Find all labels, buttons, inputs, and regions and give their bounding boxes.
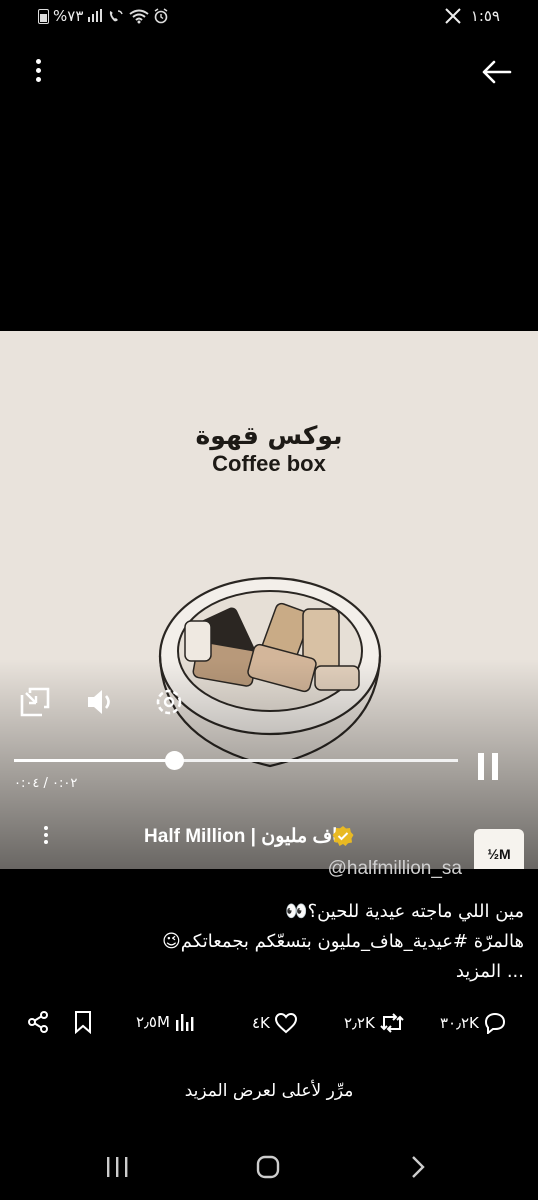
battery-icon [38, 8, 49, 24]
settings-icon[interactable] [152, 685, 186, 719]
volume-icon[interactable] [84, 685, 118, 719]
swipe-up-hint: مرِّر لأعلى لعرض المزيد [184, 1081, 354, 1101]
replies-count: ٣٠٫٢K [440, 1014, 479, 1032]
status-bar: %٧٣ ١:٥٩ [0, 0, 538, 34]
share-icon [28, 1011, 48, 1033]
alarm-icon [154, 8, 168, 24]
video-player[interactable]: بوكس قهوة Coffee box ٠:٠٢ / ٠:٠٤ Half Mi… [0, 331, 538, 869]
home-icon[interactable] [256, 1155, 280, 1179]
heart-icon [274, 1012, 297, 1034]
back-arrow-icon[interactable] [480, 56, 514, 88]
likes-count: ٤K [252, 1014, 270, 1032]
verified-badge-icon [332, 826, 354, 846]
views-button[interactable]: ٢٫٥M [136, 1012, 196, 1032]
back-nav-icon[interactable] [408, 1155, 428, 1179]
author-avatar[interactable]: ½M [474, 829, 524, 869]
author-options-icon[interactable] [36, 824, 56, 850]
clock: ١:٥٩ [470, 7, 500, 25]
repost-icon [380, 1013, 404, 1033]
tweet-text: مين اللي ماجته عيدية للحين؟👀 هالمرّة #عي… [14, 897, 524, 987]
system-navigation-bar [0, 1145, 538, 1190]
wifi-call-icon [110, 10, 124, 22]
tweet-actions: ٢٫٥M ٤K ٢٫٢K ٣٠٫٢K [0, 1008, 538, 1038]
bookmark-icon [75, 1011, 91, 1034]
views-count: ٢٫٥M [136, 1013, 170, 1031]
reply-icon [484, 1012, 505, 1034]
author-name[interactable]: Half Million | هاف مليون [144, 825, 348, 848]
progress-scrubber[interactable] [164, 751, 184, 770]
video-time: ٠:٠٢ / ٠:٠٤ [14, 776, 78, 791]
pause-icon[interactable] [478, 753, 506, 785]
status-right: ١:٥٩ [445, 7, 500, 25]
video-title-english: Coffee box [212, 451, 326, 476]
author-handle[interactable]: @halfmillion_sa [328, 858, 462, 880]
wifi-icon [129, 9, 150, 23]
reposts-count: ٢٫٢K [344, 1014, 375, 1032]
x-logo-icon [445, 8, 461, 24]
bookmark-button[interactable] [72, 1010, 94, 1034]
reply-button[interactable]: ٣٠٫٢K [440, 1012, 507, 1034]
progress-fill [14, 759, 174, 762]
repost-button[interactable]: ٢٫٢K [344, 1012, 405, 1034]
minimize-video-icon[interactable] [18, 685, 52, 719]
views-icon [175, 1014, 194, 1031]
share-button[interactable] [26, 1010, 50, 1034]
like-button[interactable]: ٤K [252, 1012, 298, 1034]
signal-icon [88, 9, 103, 22]
status-left: %٧٣ [38, 7, 169, 25]
more-options-icon[interactable] [28, 56, 48, 88]
tweet-line-1: مين اللي ماجته عيدية للحين؟👀 [285, 901, 524, 922]
video-title-arabic: بوكس قهوة [195, 421, 343, 450]
recent-apps-icon[interactable] [104, 1155, 130, 1179]
battery-level: %٧٣ [53, 7, 84, 25]
show-more-link[interactable]: ... المزيد [14, 957, 524, 987]
tweet-line-2: هالمرّة #عيدية_هاف_مليون بتسعّكم بجمعاتك… [162, 931, 524, 952]
